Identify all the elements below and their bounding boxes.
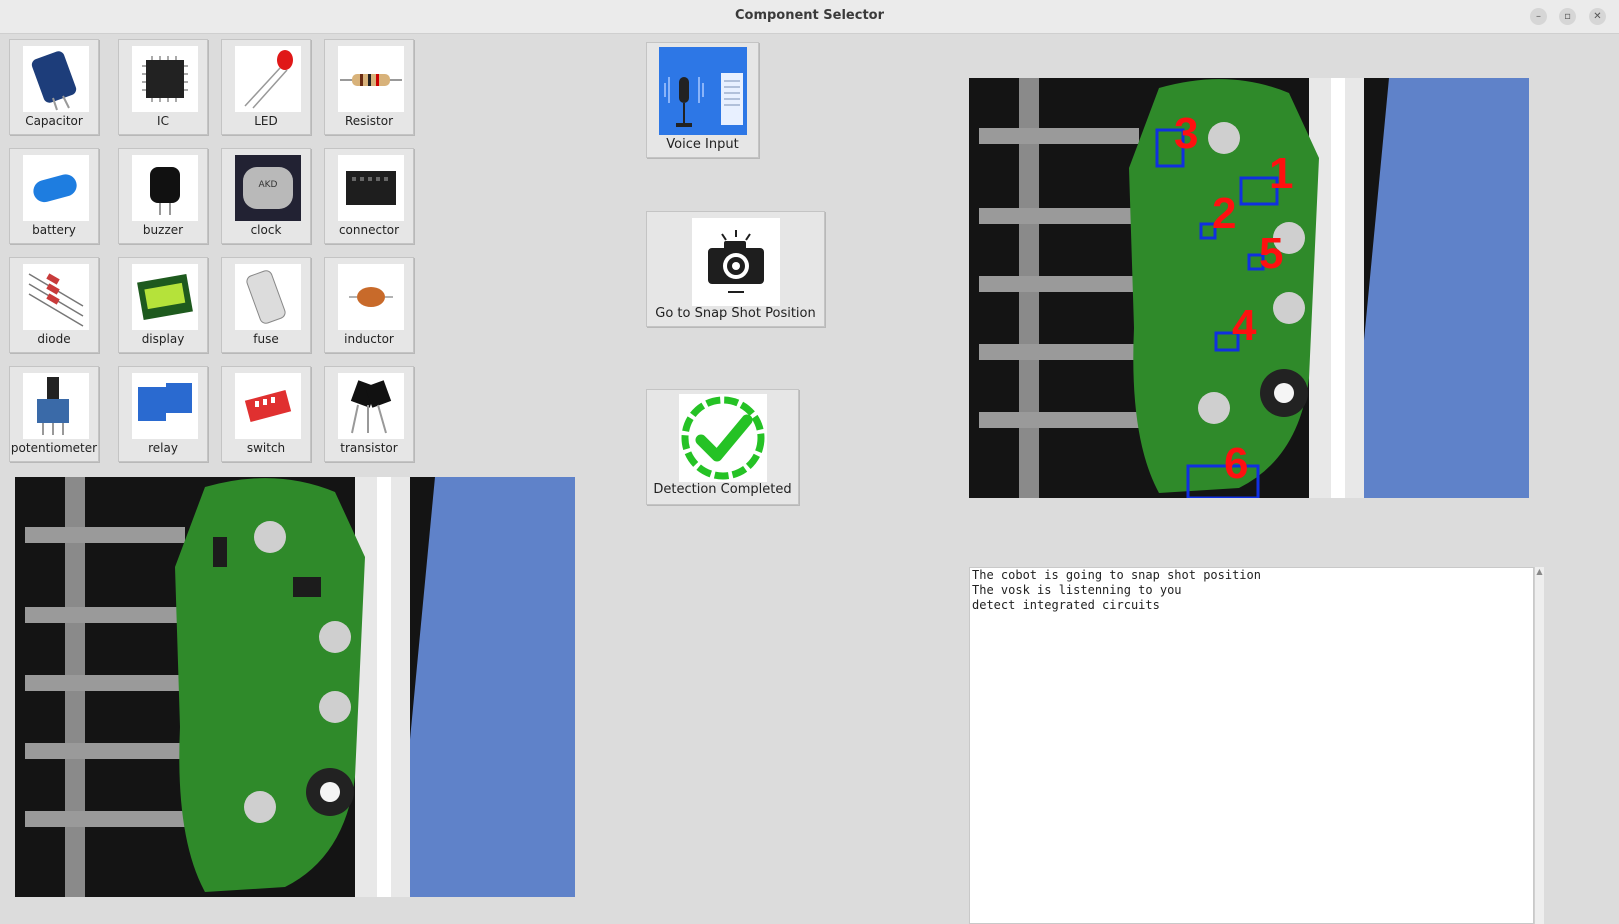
camera-icon xyxy=(692,218,780,306)
window-title: Component Selector xyxy=(734,8,885,23)
log-line: The vosk is listenning to you xyxy=(972,583,1182,597)
diode-icon xyxy=(23,264,89,330)
component-button-battery[interactable]: battery xyxy=(9,148,99,244)
clock-crystal-icon: AKD xyxy=(235,155,301,221)
minimize-button[interactable]: – xyxy=(1530,8,1547,25)
log-line: detect integrated circuits xyxy=(972,598,1160,612)
ic-chip-icon xyxy=(132,46,198,112)
component-label: LED xyxy=(254,114,278,128)
annotated-pcb-image: 1 2 3 4 5 6 xyxy=(969,78,1529,498)
detection-label-2: 2 xyxy=(1212,189,1236,238)
connector-icon xyxy=(338,155,404,221)
microphone-icon xyxy=(659,47,747,135)
checkmark-icon xyxy=(679,394,767,482)
component-button-led[interactable]: LED xyxy=(221,39,311,135)
component-button-transistor[interactable]: transistor xyxy=(324,366,414,462)
component-label: transistor xyxy=(340,441,398,455)
component-label: IC xyxy=(157,114,169,128)
pcb-image xyxy=(15,477,575,897)
dip-switch-icon xyxy=(235,373,301,439)
lcd-display-icon xyxy=(132,264,198,330)
capacitor-icon xyxy=(23,46,89,112)
battery-icon xyxy=(23,155,89,221)
inductor-icon xyxy=(338,264,404,330)
component-label: potentiometer xyxy=(10,441,98,455)
component-button-display[interactable]: display xyxy=(118,257,208,353)
component-label: switch xyxy=(246,441,286,455)
component-label: connector xyxy=(338,223,400,237)
voice-input-button[interactable]: Voice Input xyxy=(646,42,759,158)
component-button-buzzer[interactable]: buzzer xyxy=(118,148,208,244)
component-button-relay[interactable]: relay xyxy=(118,366,208,462)
snapshot-position-button[interactable]: Go to Snap Shot Position xyxy=(646,211,825,327)
detection-completed-label: Detection Completed xyxy=(653,482,792,497)
log-scrollbar[interactable]: ▲ xyxy=(1534,567,1544,924)
live-camera-feed xyxy=(15,477,575,897)
component-label: diode xyxy=(37,332,71,346)
log-textbox[interactable]: The cobot is going to snap shot position… xyxy=(969,567,1534,924)
component-button-switch[interactable]: switch xyxy=(221,366,311,462)
relay-icon xyxy=(132,373,198,439)
component-button-connector[interactable]: connector xyxy=(324,148,414,244)
component-button-resistor[interactable]: Resistor xyxy=(324,39,414,135)
component-label: Capacitor xyxy=(25,114,83,128)
title-bar: Component Selector – ▫ ✕ xyxy=(0,0,1619,34)
log-line: The cobot is going to snap shot position xyxy=(972,568,1261,582)
led-icon xyxy=(235,46,301,112)
component-button-ic[interactable]: IC xyxy=(118,39,208,135)
component-button-clock[interactable]: AKD clock xyxy=(221,148,311,244)
detection-label-4: 4 xyxy=(1232,301,1257,350)
close-button[interactable]: ✕ xyxy=(1589,8,1606,25)
component-label: relay xyxy=(148,441,178,455)
detection-label-3: 3 xyxy=(1174,109,1198,158)
detection-completed-button[interactable]: Detection Completed xyxy=(646,389,799,505)
detection-label-1: 1 xyxy=(1269,149,1293,198)
fuse-icon xyxy=(235,264,301,330)
detection-label-6: 6 xyxy=(1224,439,1248,488)
maximize-button[interactable]: ▫ xyxy=(1559,8,1576,25)
component-button-potentiometer[interactable]: potentiometer xyxy=(9,366,99,462)
component-label: battery xyxy=(32,223,76,237)
svg-text:AKD: AKD xyxy=(259,180,278,190)
component-button-fuse[interactable]: fuse xyxy=(221,257,311,353)
detection-result-image: 1 2 3 4 5 6 xyxy=(969,78,1529,498)
component-button-inductor[interactable]: inductor xyxy=(324,257,414,353)
component-label: inductor xyxy=(344,332,394,346)
transistor-icon xyxy=(338,373,404,439)
component-button-diode[interactable]: diode xyxy=(9,257,99,353)
component-button-capacitor[interactable]: Capacitor xyxy=(9,39,99,135)
voice-input-label: Voice Input xyxy=(666,137,739,152)
potentiometer-icon xyxy=(23,373,89,439)
component-label: clock xyxy=(250,223,282,237)
buzzer-icon xyxy=(132,155,198,221)
resistor-icon xyxy=(338,46,404,112)
detection-label-5: 5 xyxy=(1259,229,1283,278)
scroll-up-arrow-icon[interactable]: ▲ xyxy=(1535,567,1544,577)
component-label: buzzer xyxy=(142,223,184,237)
component-label: Resistor xyxy=(345,114,393,128)
snapshot-position-label: Go to Snap Shot Position xyxy=(655,306,816,321)
component-label: fuse xyxy=(253,332,279,346)
component-label: display xyxy=(141,332,185,346)
